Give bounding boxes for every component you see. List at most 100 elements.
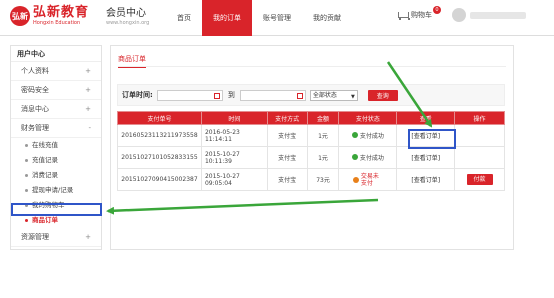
column-header: 查看 <box>396 111 456 125</box>
view-order-link[interactable]: [查看订单] <box>411 155 440 162</box>
username-redacted[interactable] <box>470 12 526 19</box>
order-id: 20151027090415002387 <box>117 168 202 191</box>
bullet-icon <box>25 159 28 162</box>
sidebar: 用户中心 个人资料 + 密码安全 + 消息中心 + 财务管理 - 在线充值 充值… <box>10 45 102 250</box>
sidebar-group-label: 资源管理 <box>21 233 49 241</box>
avatar[interactable] <box>452 8 466 22</box>
expand-icon[interactable]: + <box>85 228 91 246</box>
bullet-icon <box>25 144 28 147</box>
site-logo[interactable]: 弘新 弘新教育 Hongxin Education <box>10 6 89 26</box>
cart-label: 购物车 <box>411 11 432 19</box>
top-header: 弘新 弘新教育 Hongxin Education 会员中心 www.hongx… <box>0 0 554 36</box>
logo-mark-icon: 弘新 <box>10 6 30 26</box>
check-circle-icon <box>351 154 358 161</box>
brand-url: www.hongxin.org <box>106 20 150 26</box>
query-button[interactable]: 查询 <box>367 89 398 101</box>
status-select-value: 全部状态 <box>312 91 337 99</box>
nav-contributions[interactable]: 我的贡献 <box>302 0 352 36</box>
sidebar-group-label: 个人资料 <box>21 67 49 75</box>
sidebar-item-spend-records[interactable]: 消费记录 <box>11 168 101 183</box>
nav-account[interactable]: 账号管理 <box>252 0 302 36</box>
sidebar-group-label: 密码安全 <box>21 86 49 94</box>
order-clock: 10:11:39 <box>204 157 232 165</box>
sidebar-group-password[interactable]: 密码安全 + <box>11 81 101 100</box>
amount: 73元 <box>306 168 340 191</box>
column-header: 支付单号 <box>117 111 202 125</box>
bullet-icon <box>25 174 28 177</box>
bullet-icon <box>25 189 28 192</box>
expand-icon[interactable]: + <box>85 62 91 80</box>
date-range-to-label: 到 <box>227 91 235 99</box>
logo-subtitle: Hongxin Education <box>33 20 81 26</box>
order-id: 20151027101052833155 <box>117 146 202 169</box>
member-center-brand: 会员中心 www.hongxin.org <box>106 8 149 27</box>
order-time: 2015-10-27 10:11:39 <box>200 146 268 169</box>
calendar-icon[interactable] <box>296 92 303 99</box>
nav-my-orders[interactable]: 我的订单 <box>202 0 252 36</box>
main-nav: 首页 我的订单 账号管理 我的贡献 <box>166 0 352 36</box>
status-text: 支付成功 <box>359 132 384 140</box>
sidebar-item-label: 消费记录 <box>32 171 58 179</box>
pay-status: 交易未支付 <box>338 168 398 191</box>
order-time: 2016-05-23 11:14:11 <box>200 124 268 147</box>
order-date: 2015-10-27 <box>204 172 240 180</box>
view-cell: [查看订单] <box>396 168 456 191</box>
order-time-label: 订单时间: <box>122 91 153 99</box>
view-order-highlight-box <box>408 129 456 149</box>
collapse-icon[interactable]: - <box>88 119 91 137</box>
pay-method: 支付宝 <box>266 146 308 169</box>
sidebar-title: 用户中心 <box>11 46 101 62</box>
view-order-link[interactable]: [查看订单] <box>411 177 440 184</box>
sidebar-item-label: 在线充值 <box>32 141 58 149</box>
pay-method: 支付宝 <box>266 124 308 147</box>
chevron-down-icon: ▼ <box>350 93 355 100</box>
sidebar-group-resources[interactable]: 资源管理 + <box>11 228 101 247</box>
pay-status: 支付成功 <box>338 124 398 147</box>
order-time: 2015-10-27 09:05:04 <box>200 168 268 191</box>
expand-icon[interactable]: + <box>85 100 91 118</box>
sidebar-group-label: 消息中心 <box>21 105 49 113</box>
table-header-row: 支付单号 时间 支付方式 金额 支付状态 查看 操作 <box>117 111 505 125</box>
amount: 1元 <box>306 146 340 169</box>
cart-count-badge: 0 <box>433 6 441 14</box>
sidebar-group-label: 财务管理 <box>21 124 49 132</box>
column-header: 操作 <box>454 111 505 125</box>
expand-icon[interactable]: + <box>85 81 91 99</box>
column-header: 时间 <box>200 111 268 125</box>
pay-button[interactable]: 付款 <box>466 174 493 185</box>
order-filter-bar: 订单时间: 到 全部状态 ▼ 查询 <box>117 84 505 106</box>
pay-method: 支付宝 <box>266 168 308 191</box>
cart-highlight-box <box>11 203 102 216</box>
status-select[interactable]: 全部状态 ▼ <box>309 89 358 101</box>
cart-link[interactable]: 购物车 0 <box>397 6 441 20</box>
sidebar-item-recharge-records[interactable]: 充值记录 <box>11 153 101 168</box>
check-circle-icon <box>351 132 358 139</box>
orders-table: 支付单号 时间 支付方式 金额 支付状态 查看 操作 2016052311321… <box>117 111 505 191</box>
status-text: 支付成功 <box>359 154 384 162</box>
sidebar-group-messages[interactable]: 消息中心 + <box>11 100 101 119</box>
table-row: 20151027101052833155 2015-10-27 10:11:39 … <box>117 146 505 169</box>
amount: 1元 <box>306 124 340 147</box>
action-cell <box>454 146 505 169</box>
sidebar-item-label: 充值记录 <box>32 156 58 164</box>
minus-circle-icon <box>352 176 359 183</box>
column-header: 支付状态 <box>338 111 398 125</box>
calendar-icon[interactable] <box>213 92 220 99</box>
column-header: 支付方式 <box>266 111 308 125</box>
tab-divider <box>118 66 506 67</box>
bullet-icon <box>25 219 28 222</box>
order-date: 2016-05-23 <box>204 128 240 136</box>
action-cell: 付款 <box>454 168 505 191</box>
brand-title: 会员中心 <box>106 8 146 19</box>
end-date-input[interactable] <box>239 89 306 101</box>
sidebar-item-recharge[interactable]: 在线充值 <box>11 138 101 153</box>
table-row: 20151027090415002387 2015-10-27 09:05:04 … <box>117 168 505 191</box>
view-cell: [查看订单] <box>396 146 456 169</box>
sidebar-group-profile[interactable]: 个人资料 + <box>11 62 101 81</box>
start-date-input[interactable] <box>156 89 223 101</box>
order-date: 2015-10-27 <box>204 150 240 158</box>
nav-home[interactable]: 首页 <box>166 0 202 36</box>
sidebar-item-withdraw[interactable]: 提现申请/记录 <box>11 183 101 198</box>
sidebar-group-finance[interactable]: 财务管理 - <box>11 119 101 138</box>
sidebar-item-label: 提现申请/记录 <box>32 186 74 194</box>
